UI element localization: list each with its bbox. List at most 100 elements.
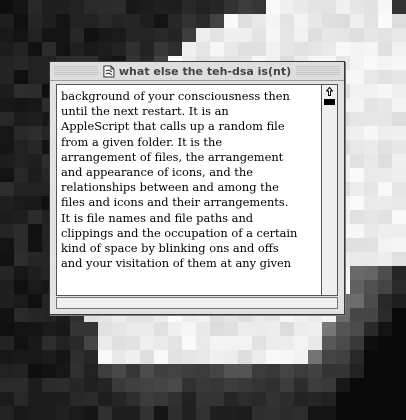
desktop-pixel xyxy=(0,238,14,252)
desktop-pixel xyxy=(392,364,406,378)
desktop-pixel xyxy=(364,322,378,336)
desktop-pixel xyxy=(210,336,224,350)
desktop-pixel xyxy=(182,378,196,392)
desktop-pixel xyxy=(210,322,224,336)
desktop-pixel xyxy=(252,42,266,56)
desktop-pixel xyxy=(0,28,14,42)
desktop-pixel xyxy=(28,252,42,266)
desktop-pixel xyxy=(154,28,168,42)
desktop-pixel xyxy=(364,406,378,420)
desktop-pixel xyxy=(56,336,70,350)
desktop-pixel xyxy=(140,392,154,406)
desktop-pixel xyxy=(350,98,364,112)
desktop-pixel xyxy=(336,378,350,392)
desktop-pixel xyxy=(364,154,378,168)
desktop-pixel xyxy=(42,322,56,336)
desktop-pixel xyxy=(378,126,392,140)
desktop-pixel xyxy=(364,140,378,154)
desktop-pixel xyxy=(0,126,14,140)
desktop-pixel xyxy=(378,0,392,14)
desktop-pixel xyxy=(378,84,392,98)
desktop-pixel xyxy=(196,336,210,350)
desktop-pixel xyxy=(56,406,70,420)
desktop-pixel xyxy=(350,308,364,322)
desktop-pixel xyxy=(280,322,294,336)
desktop-pixel xyxy=(112,364,126,378)
desktop-pixel xyxy=(14,280,28,294)
desktop-pixel xyxy=(154,336,168,350)
scroll-up-arrow-icon xyxy=(326,87,333,96)
desktop-pixel xyxy=(14,182,28,196)
scroll-up-button[interactable] xyxy=(322,85,337,98)
desktop-pixel xyxy=(378,308,392,322)
desktop-pixel xyxy=(350,112,364,126)
desktop-pixel xyxy=(0,14,14,28)
desktop-pixel xyxy=(70,322,84,336)
desktop-pixel xyxy=(168,336,182,350)
desktop-pixel xyxy=(126,14,140,28)
text-line: background of your consciousness then xyxy=(61,89,290,103)
desktop-pixel xyxy=(14,196,28,210)
desktop-pixel xyxy=(266,28,280,42)
desktop-pixel xyxy=(350,182,364,196)
desktop-pixel xyxy=(294,14,308,28)
desktop-pixel xyxy=(308,336,322,350)
text-line: kind of space by blinking ons and offs xyxy=(61,241,279,256)
desktop-pixel xyxy=(0,98,14,112)
desktop-pixel xyxy=(238,350,252,364)
desktop-pixel xyxy=(42,392,56,406)
document-icon xyxy=(103,65,115,77)
desktop-pixel xyxy=(196,42,210,56)
window-title-bar[interactable]: what else the teh-dsa is(nt) xyxy=(50,62,344,81)
desktop-pixel xyxy=(14,84,28,98)
desktop-pixel xyxy=(252,336,266,350)
scroll-thumb[interactable] xyxy=(324,99,335,105)
vertical-scrollbar[interactable] xyxy=(322,84,338,296)
desktop-pixel xyxy=(196,322,210,336)
desktop-pixel xyxy=(154,392,168,406)
desktop-pixel xyxy=(126,392,140,406)
desktop-pixel xyxy=(0,364,14,378)
desktop-pixel xyxy=(266,378,280,392)
desktop-pixel xyxy=(350,196,364,210)
desktop-pixel xyxy=(294,364,308,378)
desktop-pixel xyxy=(252,322,266,336)
desktop-pixel xyxy=(364,378,378,392)
text-line: clippings and the occupation of a certai… xyxy=(61,225,298,240)
desktop-pixel xyxy=(280,378,294,392)
desktop-pixel xyxy=(14,364,28,378)
desktop-pixel xyxy=(266,364,280,378)
desktop-pixel xyxy=(266,322,280,336)
desktop-pixel xyxy=(70,336,84,350)
desktop-pixel xyxy=(168,0,182,14)
desktop-pixel xyxy=(14,378,28,392)
desktop-pixel xyxy=(392,224,406,238)
desktop-pixel xyxy=(14,168,28,182)
desktop-pixel xyxy=(364,392,378,406)
desktop-pixel xyxy=(28,322,42,336)
desktop-pixel xyxy=(224,14,238,28)
desktop-pixel xyxy=(280,364,294,378)
desktop-pixel xyxy=(126,42,140,56)
text-content-area[interactable]: background of your consciousness then unt… xyxy=(56,84,322,296)
desktop-pixel xyxy=(322,350,336,364)
desktop-pixel xyxy=(392,112,406,126)
desktop-pixel xyxy=(140,14,154,28)
desktop-pixel xyxy=(364,28,378,42)
desktop-pixel xyxy=(364,42,378,56)
desktop-pixel xyxy=(308,28,322,42)
desktop-pixel xyxy=(112,322,126,336)
desktop-pixel xyxy=(378,112,392,126)
desktop-pixel xyxy=(112,0,126,14)
document-text[interactable]: background of your consciousness then unt… xyxy=(57,85,321,271)
desktop-pixel xyxy=(294,42,308,56)
desktop-pixel xyxy=(252,0,266,14)
desktop-pixel xyxy=(350,126,364,140)
desktop-pixel xyxy=(126,350,140,364)
desktop-pixel xyxy=(210,392,224,406)
desktop-pixel xyxy=(140,322,154,336)
note-window[interactable]: what else the teh-dsa is(nt) background … xyxy=(49,61,345,315)
desktop-pixel xyxy=(182,322,196,336)
desktop-pixel xyxy=(364,280,378,294)
desktop-pixel xyxy=(364,14,378,28)
